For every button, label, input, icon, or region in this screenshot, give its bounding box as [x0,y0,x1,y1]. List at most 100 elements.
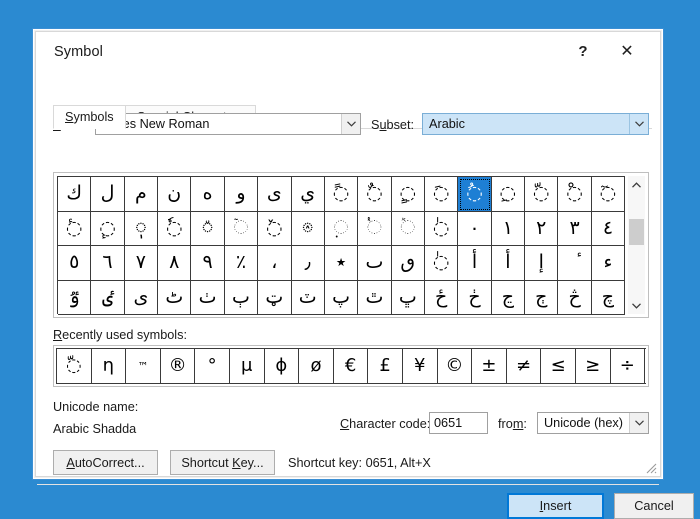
recent-symbol-cell[interactable]: ® [161,349,196,383]
symbol-cell[interactable]: ٠ [458,211,492,246]
recent-symbol-cell[interactable]: ϕ [265,349,300,383]
symbol-cell[interactable]: ڀ [391,280,425,315]
symbol-cell[interactable]: ن [158,177,192,212]
help-icon[interactable]: ? [568,38,598,66]
recent-symbol-cell[interactable]: ≤ [541,349,576,383]
symbol-cell[interactable]: ى [124,280,159,315]
recent-symbol-cell[interactable]: ¥ [403,349,438,383]
symbol-cell[interactable]: ◌ٔ [58,211,92,246]
symbol-cell[interactable]: ◌ٰ [424,211,459,246]
chevron-up-icon[interactable] [628,176,645,193]
symbol-cell[interactable]: ١ [491,211,526,246]
resize-grip-icon[interactable] [645,462,657,474]
symbol-cell[interactable]: ٹ [158,280,192,315]
symbol-cell[interactable]: ٮ [358,246,392,281]
symbol-cell[interactable]: ◌ٍ [391,177,425,212]
symbol-cell[interactable]: ◌ِ [491,177,526,212]
symbol-cell[interactable]: ٨ [158,246,192,281]
symbol-cell[interactable]: ي [291,177,325,212]
symbol-cell[interactable]: ◌ٞ [391,211,425,246]
autocorrect-button[interactable]: AutoCorrect... [53,450,158,475]
symbol-cell[interactable]: ◌ٗ [158,211,192,246]
chevron-down-icon[interactable] [629,114,648,134]
symbol-cell[interactable]: ٪ [224,246,259,281]
symbol-cell[interactable]: ل [91,177,125,212]
symbol-cell[interactable]: ڃ [491,280,526,315]
symbol-cell[interactable]: أ [491,246,526,281]
symbol-cell[interactable]: ◌ً [324,177,359,212]
symbol-cell[interactable]: إ [525,246,559,281]
symbol-cell[interactable]: ◌ٙ [224,211,259,246]
chevron-down-icon[interactable] [628,297,645,314]
symbol-cell[interactable]: ٭ [324,246,359,281]
symbol-cell[interactable]: ٺ [191,280,225,315]
symbol-cell[interactable]: څ [558,280,592,315]
symbol-cell[interactable]: ٯ [391,246,425,281]
symbol-cell[interactable]: ◌ٌ [358,177,392,212]
symbol-cell[interactable]: ◌َ [424,177,459,212]
symbol-cell[interactable]: ٤ [591,211,626,246]
symbol-cell[interactable]: ◌ٕ [91,211,125,246]
recent-symbol-cell[interactable]: ≥ [576,349,611,383]
symbol-cell[interactable]: ڄ [525,280,559,315]
symbol-cell[interactable]: ◌ّ [525,177,559,212]
symbol-cell[interactable]: ك [58,177,92,212]
symbol-cell[interactable]: ٻ [224,280,259,315]
recent-symbol-cell[interactable]: ≠ [507,349,542,383]
recent-symbol-cell[interactable]: ™ [126,349,161,383]
symbol-cell[interactable]: ٔ [558,246,592,281]
chevron-down-icon[interactable] [341,114,360,134]
symbol-cell[interactable]: ٩ [191,246,225,281]
shortcut-key-button[interactable]: Shortcut Key... [170,450,275,475]
symbol-cell[interactable]: ٥ [58,246,92,281]
symbol-cell[interactable]: ◌ٛ [291,211,325,246]
recent-symbol-cell[interactable]: © [438,349,473,383]
character-code-input[interactable] [429,412,488,434]
recent-symbol-cell[interactable]: μ [230,349,265,383]
recent-symbol-cell[interactable]: η [92,349,127,383]
cancel-button[interactable]: Cancel [614,493,694,519]
symbol-cell[interactable]: ◌ٓ [591,177,626,212]
symbol-cell[interactable]: ٷ [58,280,92,315]
symbol-cell[interactable]: ء [591,246,626,281]
scrollbar-thumb[interactable] [629,218,644,245]
symbol-cell[interactable]: ◌ٰ [424,246,459,281]
symbol-cell[interactable]: و [224,177,259,212]
symbol-cell[interactable]: ى [258,177,292,212]
font-combobox[interactable]: Times New Roman [95,113,361,135]
close-icon[interactable]: ✕ [612,38,642,66]
symbol-cell[interactable]: ◌ٖ [124,211,159,246]
recent-symbol-cell[interactable]: ÷ [611,349,646,383]
chevron-down-icon[interactable] [629,413,648,433]
symbol-cell[interactable]: ◌ٚ [258,211,292,246]
symbol-cell[interactable]: ◌ٜ [324,211,359,246]
symbol-cell[interactable]: ڂ [458,280,492,315]
symbol-cell[interactable]: ٽ [291,280,325,315]
recent-symbol-cell[interactable]: £ [368,349,403,383]
symbol-cell[interactable]: ٣ [558,211,592,246]
symbol-cell[interactable]: م [124,177,159,212]
symbol-cell[interactable]: أ [458,246,492,281]
recent-symbol-cell[interactable]: ◌ّ [57,349,92,383]
symbol-cell[interactable]: ◌ُ [458,177,492,212]
symbol-cell[interactable]: ، [258,246,292,281]
recent-symbol-cell[interactable]: € [334,349,369,383]
symbol-cell[interactable]: ٧ [124,246,159,281]
symbol-cell[interactable]: ٿ [358,280,392,315]
symbol-grid[interactable]: ك ل م ن ه و ى ي ◌ً ◌ٌ ◌ٍ ◌َ ◌ُ ◌ِ ◌ّ ◌ْ ◌ٓ ◌ٔ ◌ٕ ◌ٖ ◌ٗ ◌٘ ◌ٙ ◌ٚ… [57,176,626,315]
symbol-cell[interactable]: ◌٘ [191,211,225,246]
symbol-cell[interactable]: ه [191,177,225,212]
recent-symbol-cell[interactable]: ° [195,349,230,383]
symbol-cell[interactable]: ٢ [525,211,559,246]
symbol-cell[interactable]: چ [591,280,626,315]
tab-symbols[interactable]: Symbols [53,105,126,129]
from-combobox[interactable]: Unicode (hex) [537,412,649,434]
recent-symbol-cell[interactable]: ± [472,349,507,383]
symbol-cell[interactable]: پ [324,280,359,315]
symbol-cell[interactable]: ټ [258,280,292,315]
symbol-cell[interactable]: ٦ [91,246,125,281]
symbol-cell[interactable]: ٸ [91,280,125,315]
symbol-cell[interactable]: ◌ْ [558,177,592,212]
symbol-cell[interactable]: ٫ [291,246,325,281]
symbol-cell[interactable]: ځ [424,280,459,315]
